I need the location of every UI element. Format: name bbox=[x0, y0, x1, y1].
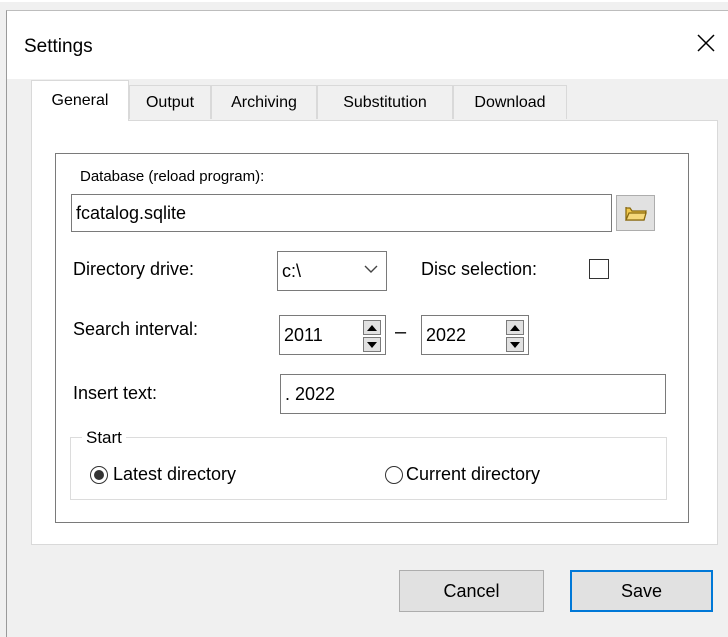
decrement-button[interactable] bbox=[506, 337, 524, 352]
radio-latest-directory[interactable] bbox=[90, 466, 108, 484]
tab-label: Output bbox=[145, 93, 195, 111]
search-from-spin-buttons bbox=[363, 320, 381, 352]
save-button-label: Save bbox=[620, 580, 663, 601]
triangle-up-icon bbox=[367, 324, 377, 331]
triangle-down-icon bbox=[510, 341, 520, 348]
close-button[interactable] bbox=[686, 21, 726, 65]
triangle-up-icon bbox=[510, 324, 520, 331]
title-bar: Settings bbox=[7, 11, 728, 79]
search-to-spinner[interactable]: 2022 bbox=[421, 315, 529, 355]
current-directory-label: Current directory bbox=[406, 464, 541, 484]
insert-text-label: Insert text: bbox=[73, 383, 158, 403]
cancel-button[interactable]: Cancel bbox=[399, 570, 544, 612]
triangle-down-icon bbox=[367, 341, 377, 348]
directory-drive-label: Directory drive: bbox=[73, 259, 195, 279]
insert-text-field[interactable] bbox=[280, 374, 666, 414]
dialog-title: Settings bbox=[24, 36, 93, 57]
tab-download[interactable]: Download bbox=[453, 85, 567, 119]
browse-database-button[interactable] bbox=[616, 195, 655, 231]
tab-output[interactable]: Output bbox=[129, 85, 211, 119]
background-strip bbox=[0, 0, 728, 10]
increment-button[interactable] bbox=[506, 320, 524, 335]
cancel-button-label: Cancel bbox=[443, 580, 500, 601]
tab-archiving[interactable]: Archiving bbox=[211, 85, 317, 119]
database-field[interactable] bbox=[71, 194, 612, 232]
radio-current-directory[interactable] bbox=[385, 466, 403, 484]
save-button[interactable]: Save bbox=[570, 570, 713, 612]
interval-separator: – bbox=[395, 321, 407, 343]
radio-selected-dot bbox=[94, 470, 104, 480]
insert-text-input[interactable] bbox=[285, 383, 665, 405]
search-to-spin-buttons bbox=[506, 320, 524, 352]
close-icon bbox=[697, 34, 715, 52]
decrement-button[interactable] bbox=[363, 337, 381, 352]
database-input[interactable] bbox=[76, 202, 611, 224]
search-from-spinner[interactable]: 2011 bbox=[279, 315, 386, 355]
tab-label: Download bbox=[474, 93, 546, 111]
increment-button[interactable] bbox=[363, 320, 381, 335]
disc-selection-label: Disc selection: bbox=[421, 259, 538, 279]
tab-label: Substitution bbox=[343, 93, 427, 111]
start-group-label: Start bbox=[82, 428, 126, 448]
chevron-down-icon bbox=[364, 265, 378, 273]
tab-label: Archiving bbox=[231, 93, 297, 111]
tab-label: General bbox=[51, 92, 109, 109]
search-interval-label: Search interval: bbox=[73, 319, 199, 339]
search-to-value: 2022 bbox=[426, 324, 467, 345]
latest-directory-label: Latest directory bbox=[113, 464, 237, 484]
tab-substitution[interactable]: Substitution bbox=[317, 85, 453, 119]
directory-drive-select[interactable]: c:\ bbox=[277, 251, 387, 291]
disc-selection-checkbox[interactable] bbox=[589, 259, 609, 279]
folder-open-icon bbox=[624, 207, 647, 221]
database-label: Database (reload program): bbox=[80, 168, 265, 185]
directory-drive-value: c:\ bbox=[282, 260, 302, 281]
search-from-value: 2011 bbox=[284, 324, 323, 345]
tab-general[interactable]: General bbox=[31, 80, 129, 121]
